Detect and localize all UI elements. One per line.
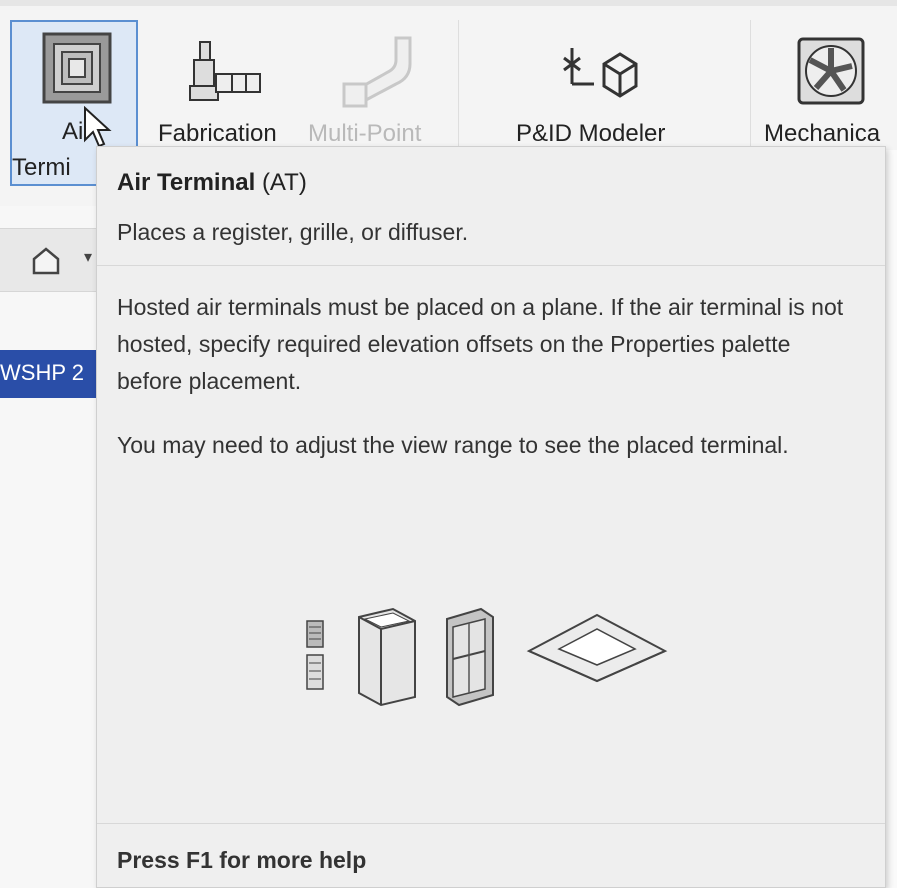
air-terminal-illustration xyxy=(306,607,668,707)
air-terminal-label-line2: Termi xyxy=(12,154,71,181)
mouse-cursor-icon xyxy=(84,106,112,148)
mechanical-equipment-label: Mechanica xyxy=(764,120,881,147)
chevron-down-icon[interactable]: ▾ xyxy=(84,247,92,267)
tooltip-tool-name: Air Terminal xyxy=(117,169,256,196)
tooltip-paragraph-2: You may need to adjust the view range to… xyxy=(117,432,789,458)
tooltip-description: Places a register, grille, or diffuser. xyxy=(117,219,469,245)
divider xyxy=(97,265,885,266)
multi-point-icon xyxy=(342,36,412,108)
home-icon[interactable] xyxy=(30,245,62,277)
tooltip-panel: Air Terminal (AT) Places a register, gri… xyxy=(96,146,886,888)
diffuser-box-icon xyxy=(358,607,416,707)
multi-point-label: Multi-Point xyxy=(308,120,422,147)
pid-modeler-icon xyxy=(563,48,638,98)
divider xyxy=(97,823,885,824)
tooltip-help-footer: Press F1 for more help xyxy=(117,847,367,873)
air-terminal-icon xyxy=(42,32,112,104)
view-name: WSHP 2 xyxy=(0,360,84,385)
tooltip-paragraph-1: Hosted air terminals must be placed on a… xyxy=(117,294,844,394)
ceiling-diffuser-icon xyxy=(526,613,668,683)
tooltip-title: Air Terminal (AT) xyxy=(117,169,307,197)
mechanical-equipment-icon xyxy=(797,37,865,105)
register-icon xyxy=(446,607,494,707)
fabrication-label: Fabrication xyxy=(158,120,277,147)
grille-icon xyxy=(306,620,324,690)
view-tab-selected[interactable]: WSHP 2 xyxy=(0,350,98,398)
tooltip-shortcut: (AT) xyxy=(261,169,307,196)
pid-modeler-label: P&ID Modeler xyxy=(516,120,666,147)
fabrication-icon xyxy=(189,41,261,101)
